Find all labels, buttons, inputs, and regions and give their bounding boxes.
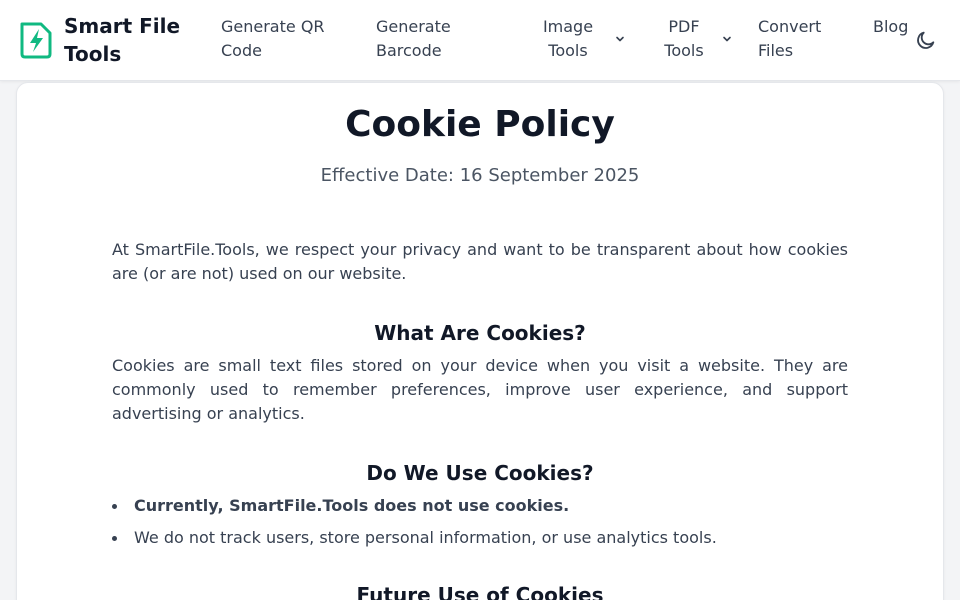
nav-blog[interactable]: Blog [873, 15, 908, 39]
nav-pdf-line-1: PDF [668, 17, 700, 36]
nav-pdf-tools[interactable]: PDF Tools [660, 15, 708, 63]
chevron-down-icon[interactable] [614, 33, 626, 45]
nav-pdf-line-2: Tools [664, 41, 704, 60]
list-item: Currently, SmartFile.Tools does not use … [112, 494, 848, 518]
effective-date: Effective Date: 16 September 2025 [320, 165, 640, 186]
cookie-usage-list: Currently, SmartFile.Tools does not use … [112, 494, 848, 558]
nav-image-line-2: Tools [548, 41, 588, 60]
section-text-what-are-cookies: Cookies are small text files stored on y… [112, 356, 848, 423]
nav-image-line-1: Image [542, 17, 594, 36]
brand-name[interactable]: Smart File Tools [64, 12, 194, 68]
nav-qr-line-1: Generate QR [221, 17, 325, 36]
section-heading-future-use: Future Use of Cookies [356, 583, 604, 600]
chevron-down-icon[interactable] [721, 33, 733, 45]
nav-image-tools[interactable]: Image Tools [538, 15, 598, 63]
section-heading-do-we-use-cookies: Do We Use Cookies? [366, 461, 594, 485]
nav-generate-qr-code[interactable]: Generate QR Code [221, 15, 325, 63]
intro-paragraph: At SmartFile.Tools, we respect your priv… [112, 240, 848, 283]
nav-convert-line-2: Files [758, 41, 794, 60]
section-heading-what-are-cookies: What Are Cookies? [374, 321, 586, 345]
nav-barcode-line-2: Barcode [376, 41, 442, 60]
brand-line-1: Smart File [64, 14, 181, 38]
file-bolt-icon[interactable] [17, 20, 55, 60]
nav-qr-line-2: Code [221, 41, 262, 60]
moon-icon[interactable] [915, 29, 937, 51]
nav-convert-line-1: Convert [758, 17, 822, 36]
top-navbar: Smart File Tools Generate QR Code Genera… [0, 0, 960, 81]
nav-barcode-line-1: Generate [376, 17, 451, 36]
page-title: Cookie Policy [345, 104, 615, 145]
list-item: We do not track users, store personal in… [112, 526, 848, 550]
nav-convert-files[interactable]: Convert Files [758, 15, 821, 63]
brand-line-2: Tools [64, 42, 122, 66]
nav-generate-barcode[interactable]: Generate Barcode [376, 15, 451, 63]
